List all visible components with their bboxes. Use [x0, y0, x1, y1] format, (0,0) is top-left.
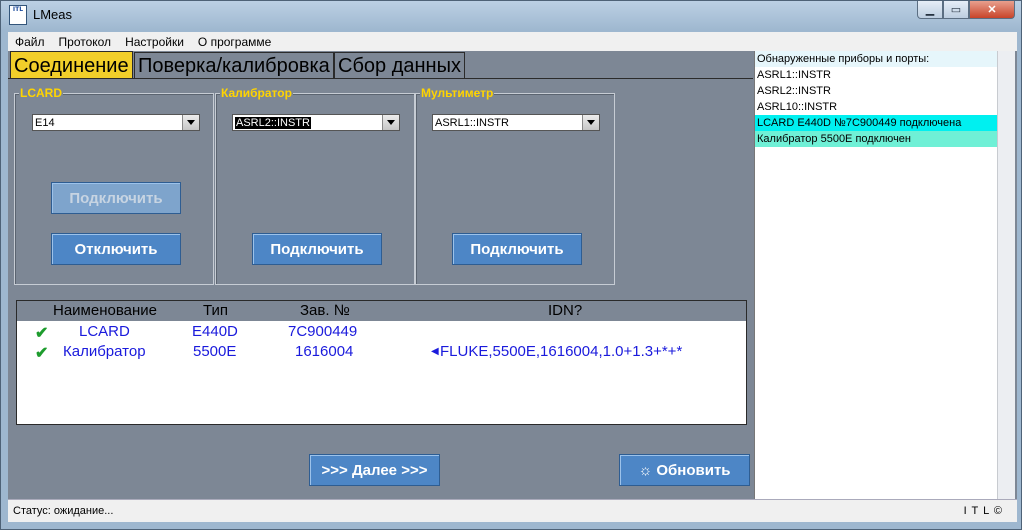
table-header: Наименование Тип Зав. № IDN? — [17, 301, 746, 321]
tab-connection[interactable]: Соединение — [10, 51, 133, 79]
table-row[interactable]: ✔ LCARD E440D 7C900449 — [17, 323, 746, 343]
col-serial: Зав. № — [300, 302, 350, 319]
app-window: ITL LMeas ▁ ▭ ✕ Файл Протокол Настройки … — [0, 0, 1022, 530]
calibrator-port-select[interactable]: ASRL2::INSTR — [232, 114, 400, 131]
close-icon[interactable]: ✕ — [969, 1, 1015, 19]
menu-bar: Файл Протокол Настройки О программе — [8, 32, 1017, 51]
client-area: Соединение Поверка/калибровка Сбор данны… — [8, 51, 1017, 500]
multimeter-group: Мультиметр ASRL1::INSTR Подключить — [415, 86, 615, 285]
calibrator-group-title: Калибратор — [220, 86, 293, 100]
multimeter-connect-button[interactable]: Подключить — [452, 233, 582, 265]
menu-file[interactable]: Файл — [8, 35, 52, 49]
status-bar: Статус: ожидание... I T L © — [8, 499, 1017, 522]
col-type: Тип — [203, 302, 229, 319]
refresh-button[interactable]: ☼ Обновить — [619, 454, 750, 486]
menu-protocol[interactable]: Протокол — [52, 35, 119, 49]
chevron-down-icon[interactable] — [382, 115, 399, 130]
status-text: Статус: ожидание... — [13, 505, 114, 517]
arrow-left-icon: ◀ — [431, 346, 439, 357]
device-type: 5500E — [193, 343, 237, 360]
log-line: ASRL1::INSTR — [757, 69, 831, 81]
device-name: LCARD — [79, 323, 130, 340]
lcard-device-select[interactable]: E14 — [32, 114, 200, 131]
log-line: ASRL10::INSTR — [757, 101, 838, 113]
device-type: E440D — [192, 323, 238, 340]
app-logo-icon: ITL — [9, 5, 27, 25]
check-icon: ✔ — [35, 325, 49, 342]
tab-data-acquisition[interactable]: Сбор данных — [334, 52, 465, 78]
multimeter-port-select[interactable]: ASRL1::INSTR — [432, 114, 600, 131]
multimeter-port-value: ASRL1::INSTR — [435, 117, 509, 129]
calibrator-connect-button[interactable]: Подключить — [252, 233, 382, 265]
chevron-down-icon[interactable] — [182, 115, 199, 130]
lcard-device-value: E14 — [35, 117, 55, 129]
maximize-icon[interactable]: ▭ — [943, 1, 969, 19]
device-name: Калибратор — [63, 343, 146, 360]
menu-settings[interactable]: Настройки — [118, 35, 191, 49]
device-table[interactable]: Наименование Тип Зав. № IDN? ✔ LCARD E44… — [16, 300, 747, 425]
connection-pane: LCARD E14 Подключить Отключить Калибрато… — [8, 78, 753, 500]
log-line: ASRL2::INSTR — [757, 85, 831, 97]
tab-calibration[interactable]: Поверка/калибровка — [134, 52, 334, 78]
log-scrollbar[interactable] — [997, 51, 1015, 499]
copyright-text: I T L © — [963, 505, 1003, 517]
table-row[interactable]: ✔ Калибратор 5500E 1616004 ◀ FLUKE,5500E… — [17, 343, 746, 363]
device-serial: 1616004 — [295, 343, 354, 360]
lcard-connect-button[interactable]: Подключить — [51, 182, 181, 214]
calibrator-group: Калибратор ASRL2::INSTR Подключить — [215, 86, 415, 285]
device-idn: FLUKE,5500E,1616004,1.0+1.3+*+* — [440, 343, 683, 360]
device-serial: 7C900449 — [288, 323, 358, 340]
col-name: Наименование — [53, 302, 157, 319]
lcard-group-title: LCARD — [19, 86, 63, 100]
detected-devices-log[interactable]: Обнаруженные приборы и порты: ASRL1::INS… — [754, 51, 998, 499]
calibrator-port-value: ASRL2::INSTR — [235, 117, 311, 129]
log-line-lcard-connected: LCARD E440D №7C900449 подключена — [755, 115, 998, 131]
lcard-disconnect-button[interactable]: Отключить — [51, 233, 181, 265]
log-header: Обнаруженные приборы и порты: — [755, 51, 998, 67]
title-bar[interactable]: ITL LMeas ▁ ▭ ✕ — [1, 1, 1021, 31]
menu-about[interactable]: О программе — [191, 35, 278, 49]
col-idn: IDN? — [548, 302, 583, 319]
lcard-group: LCARD E14 Подключить Отключить — [14, 86, 214, 285]
next-button[interactable]: >>> Далее >>> — [309, 454, 440, 486]
window-title: LMeas — [33, 7, 73, 22]
caption-buttons: ▁ ▭ ✕ — [917, 1, 1015, 21]
check-icon: ✔ — [35, 345, 49, 362]
chevron-down-icon[interactable] — [582, 115, 599, 130]
minimize-icon[interactable]: ▁ — [917, 1, 943, 19]
multimeter-group-title: Мультиметр — [420, 86, 495, 100]
log-line-calibrator-connected: Калибратор 5500E подключен — [755, 131, 998, 147]
